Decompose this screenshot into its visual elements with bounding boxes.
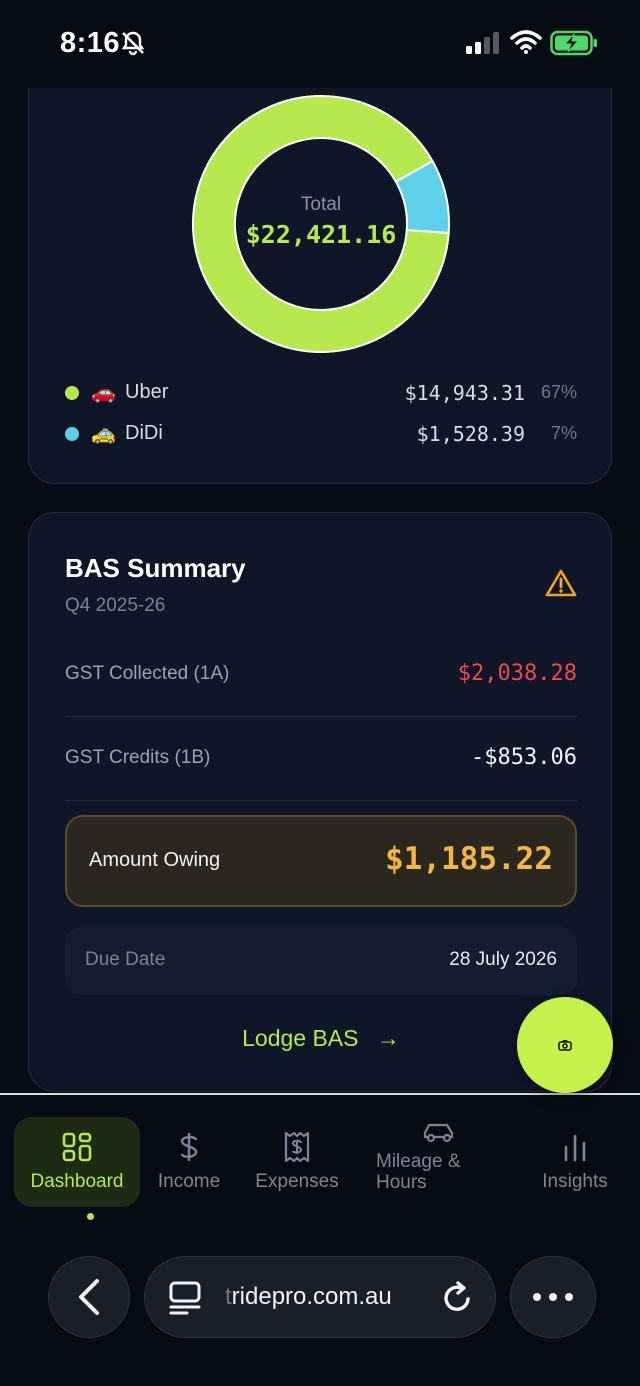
amount-owing-value: $1,185.22 bbox=[385, 841, 553, 877]
legend-row-uber[interactable]: 🚗 Uber $14,943.31 67% bbox=[65, 378, 577, 408]
car-icon bbox=[423, 1123, 454, 1143]
battery-charging-icon bbox=[550, 30, 600, 61]
nav-mileage-hours[interactable]: Mileage & Hours bbox=[370, 1117, 508, 1207]
gst-credits-value: -$853.06 bbox=[471, 745, 577, 770]
nav-label: Insights bbox=[542, 1171, 608, 1192]
bell-muted-icon bbox=[120, 30, 146, 61]
dollar-icon bbox=[180, 1133, 198, 1161]
due-date-box: Due Date 28 July 2026 bbox=[65, 927, 577, 995]
donut-total-value: $22,421.16 bbox=[245, 220, 397, 249]
active-indicator-dot bbox=[87, 1213, 94, 1220]
status-bar: 8:16 bbox=[0, 0, 640, 88]
gst-credits-label: GST Credits (1B) bbox=[65, 747, 211, 768]
nav-label: Mileage & Hours bbox=[376, 1151, 461, 1193]
lodge-bas-label: Lodge BAS bbox=[242, 1025, 359, 1051]
url-text: tridepro.com.au bbox=[225, 1283, 392, 1311]
nav-label: Dashboard bbox=[30, 1171, 124, 1192]
warning-icon[interactable] bbox=[545, 569, 577, 602]
taxi-icon: 🚕 bbox=[91, 423, 116, 445]
due-date-value: 28 July 2026 bbox=[449, 949, 557, 970]
ellipsis-icon bbox=[533, 1293, 573, 1301]
wifi-icon bbox=[510, 30, 542, 59]
bar-chart-icon bbox=[564, 1134, 586, 1162]
reload-icon[interactable] bbox=[441, 1281, 473, 1315]
tab-icon bbox=[169, 1281, 201, 1315]
nav-label: Income bbox=[157, 1171, 221, 1192]
legend-value: $1,528.39 bbox=[416, 422, 525, 446]
legend-row-didi[interactable]: 🚕 DiDi $1,528.39 7% bbox=[65, 419, 577, 449]
gst-credits-row: GST Credits (1B) -$853.06 bbox=[65, 719, 577, 801]
legend-percent: 7% bbox=[550, 423, 577, 443]
address-bar[interactable]: tridepro.com.au bbox=[144, 1256, 496, 1338]
more-options-button[interactable] bbox=[510, 1256, 596, 1338]
nav-label: Expenses bbox=[255, 1171, 339, 1192]
legend-name: Uber bbox=[125, 381, 169, 403]
bas-title: BAS Summary bbox=[65, 553, 246, 583]
car-icon: 🚗 bbox=[91, 382, 116, 404]
receipt-icon bbox=[284, 1131, 310, 1163]
nav-income[interactable]: Income bbox=[146, 1117, 232, 1207]
donut-total-label: Total bbox=[300, 194, 342, 215]
nav-expenses[interactable]: Expenses bbox=[244, 1117, 350, 1207]
legend-dot-uber bbox=[65, 386, 79, 400]
url-prefix: t bbox=[225, 1283, 232, 1310]
income-breakdown-card: Total $22,421.16 🚗 Uber $14,943.31 67% 🚕… bbox=[28, 40, 612, 484]
bas-period: Q4 2025-26 bbox=[65, 595, 166, 616]
due-date-label: Due Date bbox=[85, 949, 166, 970]
gst-collected-label: GST Collected (1A) bbox=[65, 663, 230, 684]
gst-collected-value: $2,038.28 bbox=[457, 661, 577, 686]
camera-fab-button[interactable] bbox=[517, 997, 613, 1093]
nav-insights[interactable]: Insights bbox=[532, 1117, 618, 1207]
url-domain: ridepro.com.au bbox=[231, 1283, 392, 1310]
bottom-navigation: Dashboard Income Expenses Mileage & Hour… bbox=[0, 1093, 640, 1386]
legend-dot-didi bbox=[65, 427, 79, 441]
signal-icon bbox=[466, 32, 502, 59]
amount-owing-box: Amount Owing $1,185.22 bbox=[65, 815, 577, 907]
camera-icon bbox=[558, 1040, 572, 1051]
nav-dashboard[interactable]: Dashboard bbox=[14, 1117, 140, 1220]
chevron-left-icon bbox=[79, 1279, 99, 1315]
browser-toolbar: tridepro.com.au bbox=[0, 1256, 640, 1340]
arrow-right-icon: → bbox=[376, 1025, 400, 1051]
gst-collected-row: GST Collected (1A) $2,038.28 bbox=[65, 635, 577, 717]
legend-value: $14,943.31 bbox=[404, 381, 525, 405]
legend-name: DiDi bbox=[125, 422, 163, 444]
legend-percent: 67% bbox=[540, 382, 577, 402]
back-button[interactable] bbox=[48, 1256, 130, 1338]
status-time: 8:16 bbox=[60, 27, 121, 59]
grid-icon bbox=[62, 1132, 92, 1162]
bas-summary-card: BAS Summary Q4 2025-26 GST Collected (1A… bbox=[28, 512, 612, 1092]
amount-owing-label: Amount Owing bbox=[89, 849, 221, 871]
